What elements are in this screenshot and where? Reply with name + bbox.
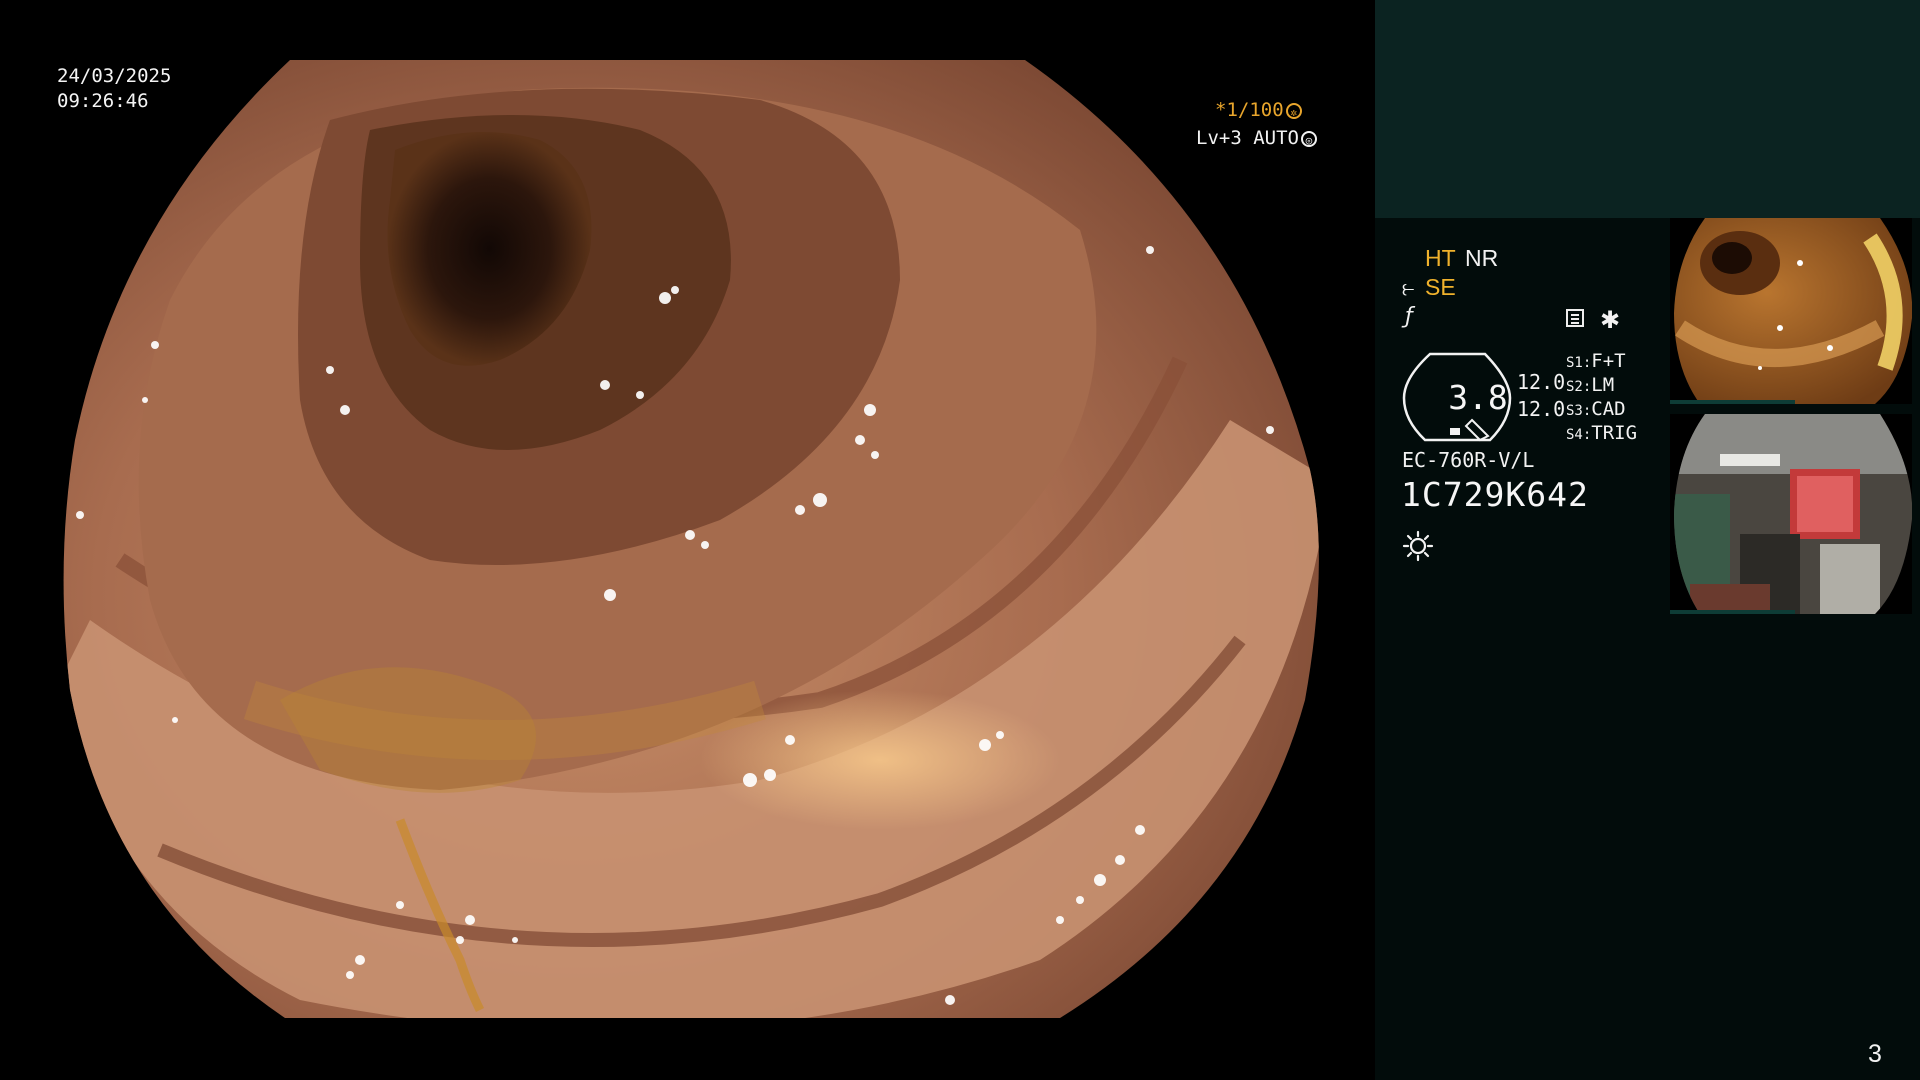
switch-mode-2: S2:LM [1566,374,1614,396]
captured-thumbnail-room[interactable] [1670,414,1912,614]
endoscope-view: 24/03/2025 09:26:46 *1/100 ✲ Lv+3 AUTO ◎ [0,0,1375,1080]
switch-mode-1: S1:F+T [1566,350,1626,372]
thumbnail-image-colon [1670,218,1912,404]
switch-mode-3: S3:CAD [1566,398,1626,420]
shutter-readout: *1/100 ✲ [1215,98,1302,123]
structure-enhance-icon: ⥼ [1402,276,1415,301]
scope-serial-text: 1C729K642 [1401,475,1589,514]
switch-key: S2: [1566,379,1592,395]
thumbnail-image-room [1670,414,1912,614]
light-source-icon [1402,530,1434,562]
settings-list-icon [1566,309,1584,327]
colon-lumen-image [63,60,1319,1018]
iris-icon: ◎ [1300,130,1317,147]
time-text: 09:26:46 [57,90,149,112]
gauge-number-2: 12.0 [1517,397,1566,421]
function-icon: ƒ [1405,304,1413,329]
date-text: 24/03/2025 [57,65,172,87]
asterisk-icon: ✱ [1600,306,1621,334]
level-auto-text: Lv+3 AUTO [1196,127,1299,149]
shutter-text: *1/100 [1215,99,1284,121]
switch-key: S3: [1566,403,1592,419]
date-time-readout: 24/03/2025 09:26:46 [57,64,171,114]
switch-value: TRIG [1591,422,1638,444]
ht-mode-label: HT [1425,245,1456,271]
gauge-number-1: 12.0 [1517,370,1566,394]
switch-value: LM [1591,374,1615,396]
switch-key: S4: [1566,427,1592,443]
switch-mode-4: S4:TRIG [1566,422,1637,444]
aperture-icon: ✲ [1285,102,1302,119]
scope-model-text: EC-760R-V/L [1402,448,1535,472]
switch-value: F+T [1591,350,1626,372]
se-mode-label: SE [1425,274,1456,300]
brightness-level-readout: Lv+3 AUTO ◎ [1196,126,1317,151]
page-number: 3 [1868,1040,1882,1068]
nr-mode-label: NR [1465,245,1499,271]
captured-thumbnail-endoscopy[interactable] [1670,218,1912,404]
switch-key: S1: [1566,355,1592,371]
panel-header-block [1375,0,1920,218]
switch-value: CAD [1591,398,1626,420]
